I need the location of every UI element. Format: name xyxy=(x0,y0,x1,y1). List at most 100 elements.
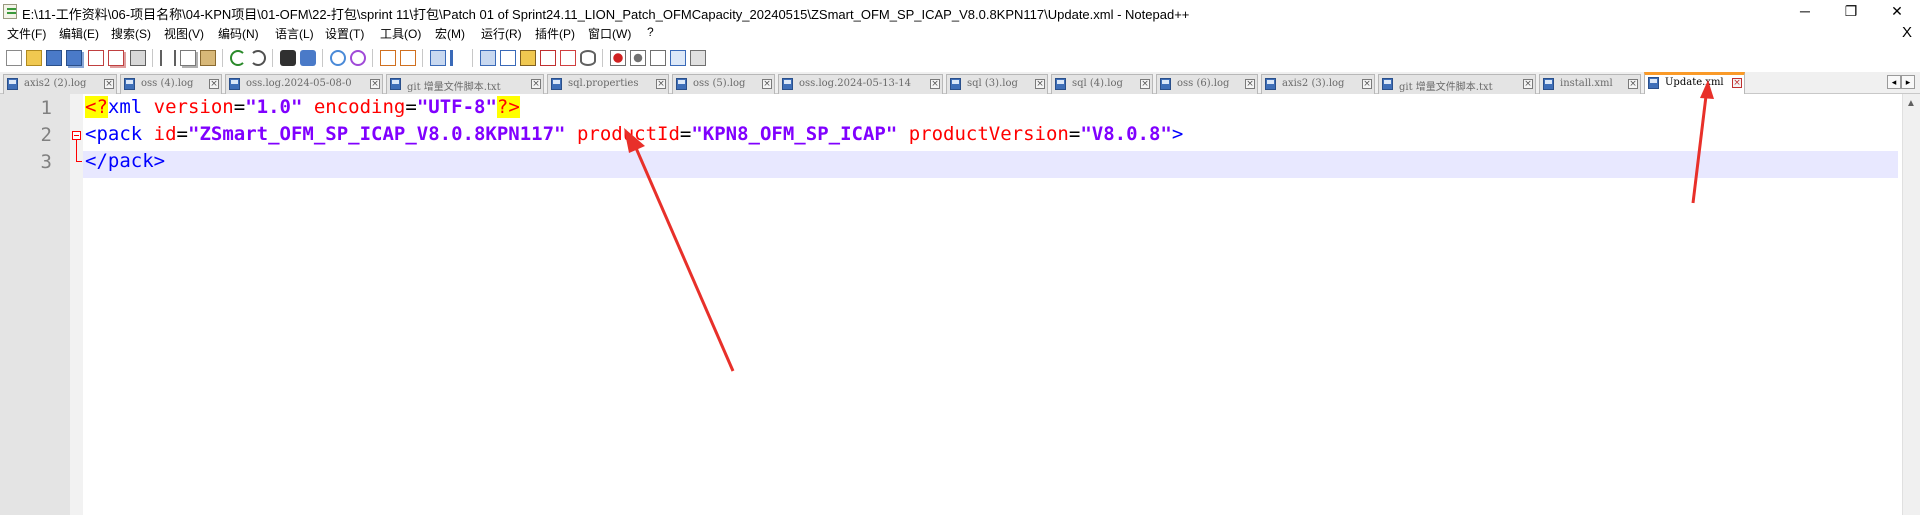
tab-close-icon[interactable]: × xyxy=(762,79,772,89)
tab-oss-log-2024-05-08[interactable]: oss.log.2024-05-08-0 × xyxy=(225,74,383,94)
tab-close-icon[interactable]: × xyxy=(1628,79,1638,89)
tab-install-xml[interactable]: install.xml × xyxy=(1539,74,1641,94)
tab-sql-3-log[interactable]: sql (3).log × xyxy=(946,74,1048,94)
find-icon[interactable] xyxy=(280,50,296,66)
code-line-2[interactable]: <pack id="ZSmart_OFM_SP_ICAP_V8.0.8KPN11… xyxy=(85,121,1183,148)
tab-label: git 增量文件脚本.txt xyxy=(407,82,501,93)
close-icon[interactable] xyxy=(88,50,104,66)
tab-close-icon[interactable]: × xyxy=(209,79,219,89)
function-list-icon[interactable] xyxy=(500,50,516,66)
tab-close-icon[interactable]: × xyxy=(1245,79,1255,89)
open-file-icon[interactable] xyxy=(26,50,42,66)
tab-close-icon[interactable]: × xyxy=(531,79,541,89)
tab-label: sql (4).log xyxy=(1072,78,1123,89)
show-all-chars-icon[interactable] xyxy=(450,50,466,66)
file-icon xyxy=(782,78,793,90)
menu-plugins[interactable]: 插件(P) xyxy=(535,25,575,42)
tab-oss-6-log[interactable]: oss (6).log × xyxy=(1156,74,1258,94)
macro-stop-icon[interactable] xyxy=(630,50,646,66)
tab-git-script-txt[interactable]: git 增量文件脚本.txt × xyxy=(386,74,544,94)
menu-tools[interactable]: 工具(O) xyxy=(380,25,421,42)
document-list-icon[interactable] xyxy=(560,50,576,66)
scroll-up-arrow-icon[interactable]: ▲ xyxy=(1906,98,1916,109)
restore-button[interactable]: ❐ xyxy=(1828,0,1874,24)
tab-axis2-3-log[interactable]: axis2 (3).log × xyxy=(1261,74,1375,94)
tab-oss-5-log[interactable]: oss (5).log × xyxy=(672,74,775,94)
macro-run-multiple-icon[interactable] xyxy=(670,50,686,66)
menu-language[interactable]: 语言(L) xyxy=(275,25,314,42)
print-icon[interactable] xyxy=(130,50,146,66)
tab-close-icon[interactable]: × xyxy=(1523,79,1533,89)
close-window-button[interactable]: ✕ xyxy=(1874,0,1920,24)
cut-icon[interactable] xyxy=(160,50,176,66)
tab-close-icon[interactable]: × xyxy=(930,79,940,89)
indent-guide-icon[interactable] xyxy=(480,50,496,66)
tab-sql-properties[interactable]: sql.properties × xyxy=(547,74,669,94)
tab-close-icon[interactable]: × xyxy=(1732,78,1742,88)
editor-pane[interactable]: 1 2 3 <?xml version="1.0" encoding="UTF-… xyxy=(0,94,1920,515)
save-all-icon[interactable] xyxy=(66,50,82,66)
toolbar-separator xyxy=(602,49,603,67)
paste-icon[interactable] xyxy=(200,50,216,66)
folder-workspace-icon[interactable] xyxy=(520,50,536,66)
sync-horizontal-icon[interactable] xyxy=(400,50,416,66)
menu-view[interactable]: 视图(V) xyxy=(164,25,204,42)
code-line-3[interactable]: </pack> xyxy=(85,148,165,175)
tab-close-icon[interactable]: × xyxy=(1140,79,1150,89)
zoom-in-icon[interactable] xyxy=(330,50,346,66)
xml-attr-id: id xyxy=(153,123,177,145)
new-file-icon[interactable] xyxy=(6,50,22,66)
tab-git-script-txt-2[interactable]: git 增量文件脚本.txt × xyxy=(1378,74,1536,94)
window-title: E:\11-工作资料\06-项目名称\04-KPN项目\01-OFM\22-打包… xyxy=(22,7,1190,22)
tab-close-icon[interactable]: × xyxy=(1362,79,1372,89)
copy-icon[interactable] xyxy=(180,50,196,66)
macro-play-icon[interactable] xyxy=(650,50,666,66)
replace-icon[interactable] xyxy=(300,50,316,66)
zoom-out-icon[interactable] xyxy=(350,50,366,66)
menu-file[interactable]: 文件(F) xyxy=(7,25,46,42)
macro-save-icon[interactable] xyxy=(690,50,706,66)
monitoring-icon[interactable] xyxy=(580,50,596,66)
tab-sql-4-log[interactable]: sql (4).log × xyxy=(1051,74,1153,94)
tab-oss-log-2024-05-13[interactable]: oss.log.2024-05-13-14 × xyxy=(778,74,943,94)
menu-edit[interactable]: 编辑(E) xyxy=(59,25,99,42)
toolbar-separator xyxy=(272,49,273,67)
save-icon[interactable] xyxy=(46,50,62,66)
menu-settings[interactable]: 设置(T) xyxy=(325,25,364,42)
xml-attr-productversion: productVersion xyxy=(908,123,1069,145)
code-line-1[interactable]: <?xml version="1.0" encoding="UTF-8"?> xyxy=(85,94,520,121)
file-icon xyxy=(551,78,562,90)
sync-vertical-icon[interactable] xyxy=(380,50,396,66)
word-wrap-icon[interactable] xyxy=(430,50,446,66)
menu-encoding[interactable]: 编码(N) xyxy=(218,25,259,42)
vertical-scrollbar[interactable]: ▲ xyxy=(1902,94,1920,515)
tab-close-icon[interactable]: × xyxy=(370,79,380,89)
minimize-button[interactable]: ─ xyxy=(1782,0,1828,24)
tab-update-xml[interactable]: Update.xml × xyxy=(1644,72,1745,94)
redo-icon[interactable] xyxy=(250,50,266,66)
tab-scroll-right-button[interactable]: ▸ xyxy=(1901,75,1915,89)
undo-icon[interactable] xyxy=(230,50,246,66)
menu-window[interactable]: 窗口(W) xyxy=(588,25,631,42)
tab-scroll-left-button[interactable]: ◂ xyxy=(1887,75,1901,89)
close-document-button[interactable]: X xyxy=(1902,24,1912,41)
line-number: 3 xyxy=(40,151,52,173)
menu-search[interactable]: 搜索(S) xyxy=(111,25,151,42)
tab-close-icon[interactable]: × xyxy=(104,79,114,89)
line-number: 1 xyxy=(40,97,52,119)
menu-help[interactable]: ? xyxy=(647,25,654,39)
tab-label: oss (5).log xyxy=(693,78,746,89)
tab-oss-4-log[interactable]: oss (4).log × xyxy=(120,74,222,94)
xml-attr-encoding: encoding xyxy=(313,96,406,118)
close-all-icon[interactable] xyxy=(108,50,124,66)
tab-close-icon[interactable]: × xyxy=(1035,79,1045,89)
tab-axis2-2-log[interactable]: axis2 (2).log × xyxy=(3,74,117,94)
tab-close-icon[interactable]: × xyxy=(656,79,666,89)
toolbar-separator xyxy=(152,49,153,67)
macro-record-icon[interactable] xyxy=(610,50,626,66)
doc-map-icon[interactable] xyxy=(540,50,556,66)
fold-collapse-icon[interactable] xyxy=(72,131,81,140)
menu-run[interactable]: 运行(R) xyxy=(481,25,522,42)
menu-macro[interactable]: 宏(M) xyxy=(435,25,465,42)
document-tab-bar: axis2 (2).log × oss (4).log × oss.log.20… xyxy=(0,72,1920,94)
